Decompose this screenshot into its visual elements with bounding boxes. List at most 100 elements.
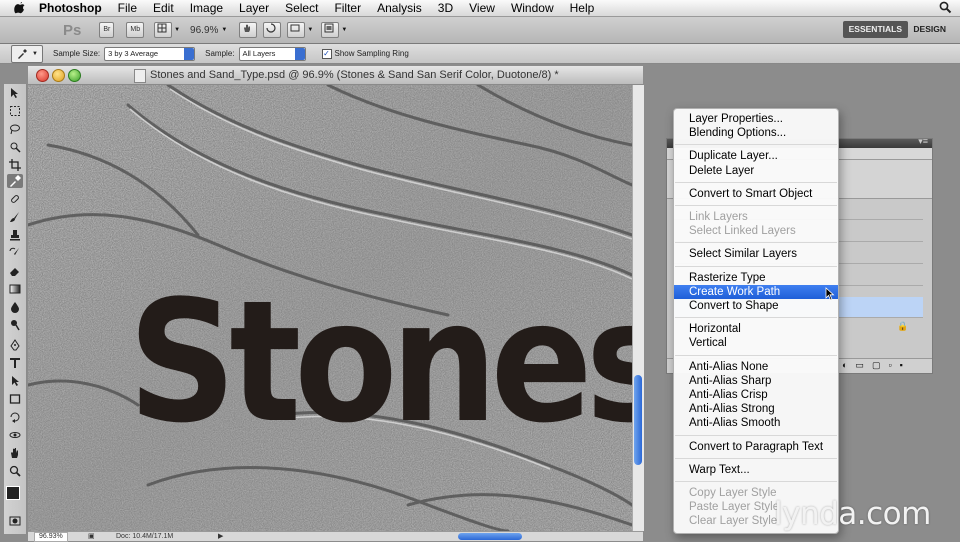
menu-item-warp-text[interactable]: Warp Text... [674, 463, 838, 477]
layer-actions-icon[interactable]: ◐▭▢▫▪ [842, 360, 911, 371]
mini-bridge-button[interactable]: Mb [126, 22, 145, 38]
move-tool-icon[interactable] [7, 86, 23, 100]
hand-tool-button[interactable] [239, 22, 258, 38]
select-arrow-icon [184, 47, 195, 60]
sample-size-value: 3 by 3 Average [108, 48, 159, 58]
vertical-scrollbar[interactable] [632, 85, 644, 531]
menu-item-vertical[interactable]: Vertical [674, 336, 838, 350]
chevron-down-icon[interactable]: ▼ [307, 27, 313, 33]
3d-rotate-tool-icon[interactable] [7, 410, 23, 424]
canvas-artwork: Stones [28, 85, 632, 531]
canvas[interactable]: Stones [28, 85, 632, 531]
crop-tool-icon[interactable] [7, 158, 23, 172]
menu-item-select-linked-layers: Select Linked Layers [689, 225, 796, 238]
menu-item-delete-layer[interactable]: Delete Layer [674, 164, 838, 178]
gradient-tool-icon[interactable] [7, 282, 23, 296]
dodge-tool-icon[interactable] [7, 318, 23, 332]
quick-selection-tool-icon[interactable] [7, 140, 23, 154]
zoom-tool-icon[interactable] [7, 464, 23, 478]
menu-item-convert-to-shape[interactable]: Convert to Shape [674, 299, 838, 313]
menu-help[interactable]: Help [562, 0, 603, 16]
eraser-tool-icon[interactable] [7, 264, 23, 278]
menu-item-select-similar-layers[interactable]: Select Similar Layers [674, 247, 838, 261]
sample-size-select[interactable]: 3 by 3 Average [104, 46, 196, 61]
menu-view[interactable]: View [461, 0, 503, 16]
menu-item-anti-alias-strong[interactable]: Anti-Alias Strong [674, 402, 838, 416]
tool-preset-picker[interactable]: ▼ [11, 44, 43, 63]
status-zoom[interactable]: 96.93% [34, 532, 68, 542]
menu-item-horizontal[interactable]: Horizontal [674, 322, 838, 336]
menu-item-rasterize-type[interactable]: Rasterize Type [674, 271, 838, 285]
menu-item-create-work-path[interactable]: Create Work Path [674, 284, 838, 299]
foreground-color-swatch[interactable] [6, 486, 20, 500]
sample-select[interactable]: All Layers [238, 46, 306, 61]
grid-icon [157, 23, 167, 33]
menu-image[interactable]: Image [182, 0, 231, 16]
menu-3d[interactable]: 3D [430, 0, 461, 16]
menu-item-anti-alias-sharp[interactable]: Anti-Alias Sharp [674, 374, 838, 388]
eyedropper-tool-icon[interactable] [7, 174, 23, 188]
rotate-view-button[interactable] [263, 22, 282, 38]
screen-mode-icon [324, 23, 334, 33]
healing-brush-tool-icon[interactable] [7, 192, 23, 206]
zoom-window-button[interactable] [68, 69, 81, 82]
menu-file[interactable]: File [110, 0, 145, 16]
brush-tool-icon[interactable] [7, 210, 23, 224]
chevron-down-icon[interactable]: ▼ [341, 27, 347, 33]
menu-layer[interactable]: Layer [231, 0, 277, 16]
status-arrow-icon[interactable]: ▶ [218, 532, 223, 540]
menu-item-anti-alias-crisp[interactable]: Anti-Alias Crisp [674, 388, 838, 402]
menu-item-blending-options[interactable]: Blending Options... [674, 126, 838, 140]
status-info-icon[interactable]: ▣ [88, 532, 95, 540]
type-tool-icon[interactable] [7, 356, 23, 370]
menu-select[interactable]: Select [277, 0, 326, 16]
rectangle-tool-icon[interactable] [7, 392, 23, 406]
marquee-tool-icon[interactable] [7, 104, 23, 118]
workspace-essentials[interactable]: ESSENTIALS [842, 21, 908, 38]
panel-menu-icon[interactable]: ▾≡ [918, 136, 928, 147]
path-selection-tool-icon[interactable] [7, 374, 23, 388]
document-title-bar: Stones and Sand_Type.psd @ 96.9% (Stones… [28, 66, 643, 85]
ps-logo: Ps [63, 21, 82, 39]
show-sampling-ring-checkbox[interactable]: ✓ Show Sampling Ring [321, 48, 409, 59]
clone-stamp-tool-icon[interactable] [7, 228, 23, 242]
menu-app-name[interactable]: Photoshop [35, 0, 110, 16]
workspace-design[interactable]: DESIGN [907, 21, 952, 38]
lasso-tool-icon[interactable] [7, 122, 23, 136]
hand-tool-icon[interactable] [7, 446, 23, 460]
extras-button[interactable] [154, 22, 173, 38]
close-window-button[interactable] [36, 69, 49, 82]
menu-item-anti-alias-smooth[interactable]: Anti-Alias Smooth [674, 416, 838, 430]
screen-mode-button[interactable] [321, 22, 340, 38]
spotlight-icon[interactable] [939, 1, 952, 17]
menu-item-layer-properties[interactable]: Layer Properties... [674, 112, 838, 126]
menu-item-convert-to-paragraph-text[interactable]: Convert to Paragraph Text [674, 440, 838, 454]
menu-edit[interactable]: Edit [145, 0, 182, 16]
chevron-down-icon: ▼ [32, 50, 38, 57]
chevron-down-icon[interactable]: ▼ [174, 27, 180, 33]
3d-orbit-tool-icon[interactable] [7, 428, 23, 442]
menu-separator [675, 181, 837, 183]
show-sampling-ring-label: Show Sampling Ring [334, 49, 409, 58]
menu-separator [675, 354, 837, 356]
lynda-watermark: lynda.com [774, 496, 931, 532]
menu-filter[interactable]: Filter [326, 0, 369, 16]
menu-window[interactable]: Window [503, 0, 562, 16]
menu-item-convert-to-smart-object[interactable]: Convert to Smart Object [674, 187, 838, 201]
menu-item-anti-alias-none[interactable]: Anti-Alias None [674, 360, 838, 374]
apple-icon[interactable] [13, 1, 27, 15]
pen-tool-icon[interactable] [7, 338, 23, 352]
quick-mask-icon[interactable] [7, 514, 23, 528]
menu-analysis[interactable]: Analysis [369, 0, 430, 16]
eyedropper-icon [18, 48, 28, 59]
horizontal-scroll-thumb[interactable] [458, 533, 522, 540]
vertical-scroll-thumb[interactable] [634, 375, 642, 465]
zoom-level[interactable]: 96.9% [190, 25, 218, 36]
chevron-down-icon[interactable]: ▼ [221, 27, 227, 33]
blur-tool-icon[interactable] [7, 300, 23, 314]
minimize-window-button[interactable] [52, 69, 65, 82]
history-brush-tool-icon[interactable] [7, 246, 23, 260]
menu-item-duplicate-layer[interactable]: Duplicate Layer... [674, 149, 838, 163]
bridge-button[interactable]: Br [99, 22, 115, 38]
arrange-documents-button[interactable] [287, 22, 306, 38]
